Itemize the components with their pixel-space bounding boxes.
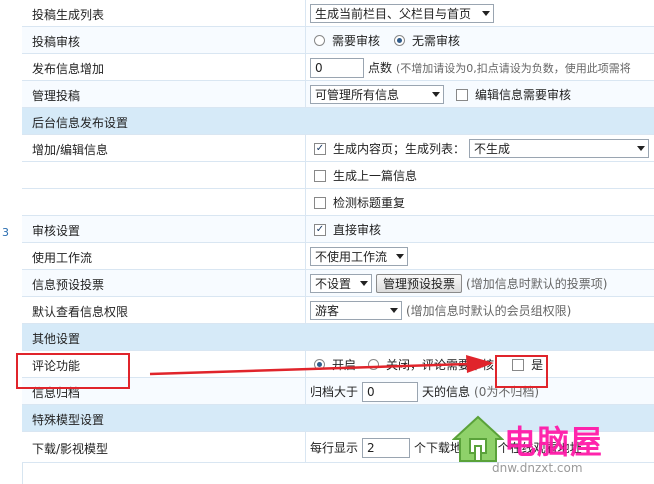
watermark-text: 电脑屋 (504, 423, 604, 461)
watermark: 电脑屋 dnw.dnzxt.com (452, 409, 650, 481)
arrow-head-icon (466, 355, 494, 373)
watermark-url: dnw.dnzxt.com (492, 461, 583, 475)
house-logo-icon (452, 415, 504, 462)
arrow-line (149, 362, 469, 376)
